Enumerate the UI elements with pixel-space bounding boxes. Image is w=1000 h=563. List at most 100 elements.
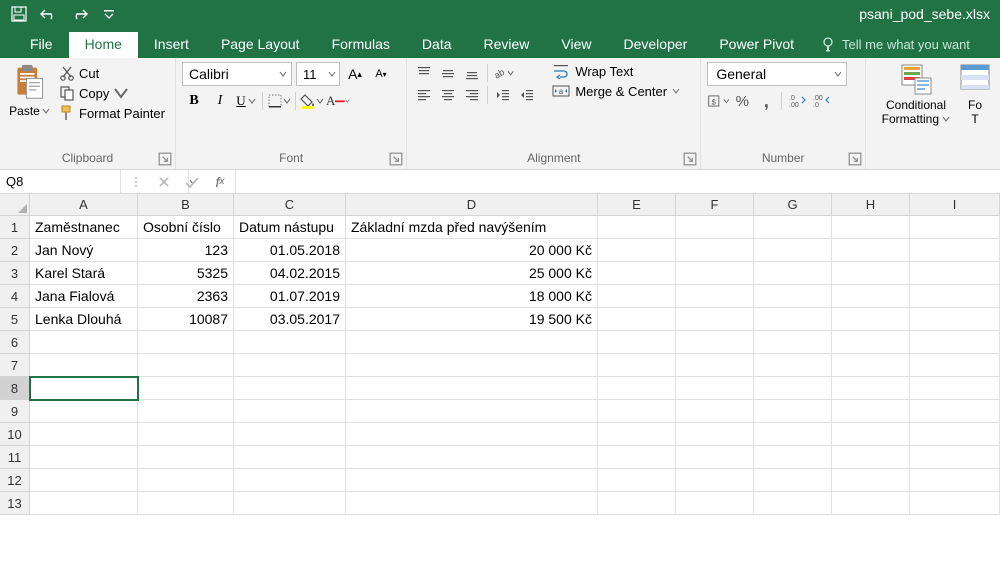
cell-H1[interactable] [832, 216, 910, 239]
cell-D4[interactable]: 18 000 Kč [346, 285, 598, 308]
tab-file[interactable]: File [14, 32, 69, 58]
cell-D13[interactable] [346, 492, 598, 515]
font-color-button[interactable]: A [326, 90, 350, 112]
align-center-button[interactable] [437, 84, 459, 106]
cell-B13[interactable] [138, 492, 234, 515]
cell-H13[interactable] [832, 492, 910, 515]
accounting-format-button[interactable]: $ [707, 90, 729, 112]
col-header-B[interactable]: B [138, 194, 234, 215]
comma-button[interactable]: , [755, 90, 777, 112]
cell-D12[interactable] [346, 469, 598, 492]
merge-center-button[interactable]: a Merge & Center [548, 82, 684, 100]
cell-I8[interactable] [910, 377, 1000, 400]
borders-button[interactable] [267, 90, 291, 112]
cell-E10[interactable] [598, 423, 676, 446]
increase-indent-button[interactable] [516, 84, 538, 106]
cell-E4[interactable] [598, 285, 676, 308]
cell-F12[interactable] [676, 469, 754, 492]
cell-B3[interactable]: 5325 [138, 262, 234, 285]
bottom-align-button[interactable] [461, 62, 483, 84]
row-header-9[interactable]: 9 [0, 400, 30, 423]
cell-C6[interactable] [234, 331, 346, 354]
cell-G5[interactable] [754, 308, 832, 331]
cell-C11[interactable] [234, 446, 346, 469]
insert-function-button[interactable]: fx [209, 174, 231, 190]
cell-D2[interactable]: 20 000 Kč [346, 239, 598, 262]
tab-insert[interactable]: Insert [138, 32, 205, 58]
cell-B9[interactable] [138, 400, 234, 423]
cell-E3[interactable] [598, 262, 676, 285]
cell-B4[interactable]: 2363 [138, 285, 234, 308]
cell-G8[interactable] [754, 377, 832, 400]
cell-E13[interactable] [598, 492, 676, 515]
conditional-formatting-button[interactable]: ConditionalFormatting [876, 62, 956, 165]
row-header-13[interactable]: 13 [0, 492, 30, 515]
tab-view[interactable]: View [545, 32, 607, 58]
underline-button[interactable]: U [234, 90, 258, 112]
col-header-A[interactable]: A [30, 194, 138, 215]
cell-A3[interactable]: Karel Stará [30, 262, 138, 285]
col-header-E[interactable]: E [598, 194, 676, 215]
cell-C5[interactable]: 03.05.2017 [234, 308, 346, 331]
increase-decimal-button[interactable]: .0.00 [786, 90, 808, 112]
tab-data[interactable]: Data [406, 32, 468, 58]
col-header-H[interactable]: H [832, 194, 910, 215]
cell-C8[interactable] [234, 377, 346, 400]
cell-F9[interactable] [676, 400, 754, 423]
wrap-text-button[interactable]: Wrap Text [548, 62, 684, 80]
save-button[interactable] [6, 3, 32, 25]
cell-B6[interactable] [138, 331, 234, 354]
cell-H6[interactable] [832, 331, 910, 354]
cell-A10[interactable] [30, 423, 138, 446]
cell-F2[interactable] [676, 239, 754, 262]
cell-I4[interactable] [910, 285, 1000, 308]
row-header-5[interactable]: 5 [0, 308, 30, 331]
cell-F1[interactable] [676, 216, 754, 239]
cell-G2[interactable] [754, 239, 832, 262]
cell-B11[interactable] [138, 446, 234, 469]
row-header-3[interactable]: 3 [0, 262, 30, 285]
cell-F5[interactable] [676, 308, 754, 331]
cell-H5[interactable] [832, 308, 910, 331]
cell-G1[interactable] [754, 216, 832, 239]
cell-C9[interactable] [234, 400, 346, 423]
cell-H3[interactable] [832, 262, 910, 285]
cell-I6[interactable] [910, 331, 1000, 354]
cell-I7[interactable] [910, 354, 1000, 377]
cell-I11[interactable] [910, 446, 1000, 469]
fill-color-button[interactable] [300, 90, 324, 112]
cell-G6[interactable] [754, 331, 832, 354]
cell-D8[interactable] [346, 377, 598, 400]
cell-F4[interactable] [676, 285, 754, 308]
cell-D7[interactable] [346, 354, 598, 377]
col-header-C[interactable]: C [234, 194, 346, 215]
cell-H7[interactable] [832, 354, 910, 377]
cell-F7[interactable] [676, 354, 754, 377]
align-right-button[interactable] [461, 84, 483, 106]
font-size-select[interactable]: 11 [296, 62, 340, 86]
clipboard-dialog-launcher[interactable] [158, 152, 172, 166]
alignment-dialog-launcher[interactable] [683, 152, 697, 166]
decrease-decimal-button[interactable]: .00.0 [810, 90, 832, 112]
cut-button[interactable]: Cut [55, 64, 169, 82]
cell-C2[interactable]: 01.05.2018 [234, 239, 346, 262]
cell-F6[interactable] [676, 331, 754, 354]
formula-spacer-button[interactable] [125, 174, 147, 190]
top-align-button[interactable] [413, 62, 435, 84]
row-header-12[interactable]: 12 [0, 469, 30, 492]
cell-I3[interactable] [910, 262, 1000, 285]
cell-G12[interactable] [754, 469, 832, 492]
cell-H9[interactable] [832, 400, 910, 423]
cell-C12[interactable] [234, 469, 346, 492]
decrease-font-button[interactable]: A▾ [370, 63, 392, 85]
cell-H11[interactable] [832, 446, 910, 469]
row-header-4[interactable]: 4 [0, 285, 30, 308]
cell-H12[interactable] [832, 469, 910, 492]
cell-A5[interactable]: Lenka Dlouhá [30, 308, 138, 331]
cell-B8[interactable] [138, 377, 234, 400]
cell-F13[interactable] [676, 492, 754, 515]
row-header-11[interactable]: 11 [0, 446, 30, 469]
cell-D6[interactable] [346, 331, 598, 354]
row-header-1[interactable]: 1 [0, 216, 30, 239]
percent-button[interactable]: % [731, 90, 753, 112]
